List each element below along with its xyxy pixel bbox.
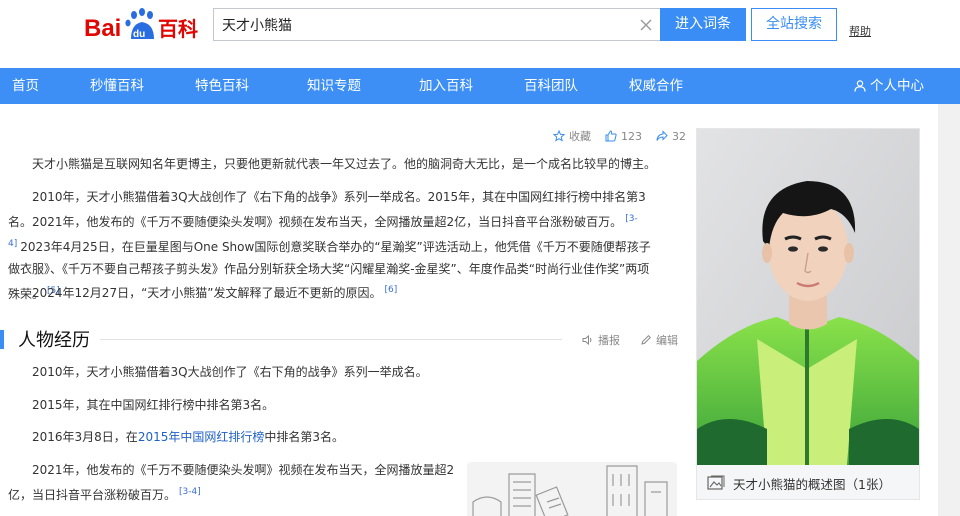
intro-p2-text-a: 2010年，天才小熊猫借着3Q大战创作了《右下角的战争》系列一举成名。2015年… (8, 190, 646, 229)
search-box (213, 8, 660, 41)
edit-button[interactable]: 编辑 (640, 332, 678, 348)
broadcast-label: 播报 (598, 334, 620, 347)
career-text: 中排名第3名。 (264, 430, 344, 444)
thumb-up-icon (605, 130, 617, 142)
intro-paragraph-1: 天才小熊猫是互联网知名年更博主，只要他更新就代表一年又过去了。他的脑洞奇大无比，… (32, 157, 657, 171)
speaker-icon (582, 334, 592, 346)
portrait-photo[interactable] (697, 129, 919, 465)
section-accent-bar (0, 330, 4, 349)
share-button[interactable]: 32 (656, 130, 686, 143)
user-center-link[interactable]: 个人中心 (854, 68, 924, 104)
share-icon (656, 130, 668, 141)
enter-entry-button[interactable]: 进入词条 (660, 8, 746, 41)
collect-button[interactable]: 收藏 (553, 128, 591, 144)
career-item: 2021年，他发布的《千万不要随便染头发啊》视频在发布当天，全网播放量超2亿，当… (8, 459, 460, 506)
main-nav: 首页 秒懂百科 特色百科 知识专题 加入百科 百科团队 权威合作 个人中心 (0, 68, 960, 104)
baidu-baike-logo[interactable]: Bai du 百科 (82, 6, 204, 44)
career-illustration[interactable] (467, 462, 677, 516)
edit-label: 编辑 (656, 334, 678, 347)
career-text: 2016年3月8日，在 (32, 430, 138, 444)
article-actions: 收藏 123 32 (553, 128, 686, 144)
user-icon (854, 80, 866, 92)
pencil-icon (641, 334, 652, 345)
like-count: 123 (621, 129, 642, 143)
star-icon (553, 130, 565, 142)
nav-item-topics[interactable]: 知识专题 (307, 68, 361, 104)
caption-text: 天才小熊猫的概述图（1张） (733, 476, 891, 492)
svg-text:du: du (133, 29, 145, 40)
user-center-label: 个人中心 (870, 78, 924, 94)
share-count: 32 (672, 129, 686, 143)
image-gallery-icon (707, 475, 725, 490)
intro-paragraph-3: 2024年12月27日，“天才小熊猫”发文解释了最近不更新的原因。 [6] (8, 279, 658, 304)
site-search-button[interactable]: 全站搜索 (751, 8, 837, 41)
summary-image-card[interactable]: 天才小熊猫的概述图（1张） (696, 128, 920, 500)
broadcast-button[interactable]: 播报 (582, 332, 620, 348)
intro-p3-text: 2024年12月27日，“天才小熊猫”发文解释了最近不更新的原因。 (32, 286, 382, 300)
career-item: 2016年3月8日，在2015年中国网红排行榜中排名第3名。 (8, 426, 658, 448)
career-text: 2021年，他发布的《千万不要随便染头发啊》视频在发布当天，全网播放量超2亿，当… (8, 463, 455, 502)
career-item: 2015年，其在中国网红排行榜中排名第3名。 (32, 398, 275, 412)
career-item: 2010年，天才小熊猫借着3Q大战创作了《右下角的战争》系列一举成名。 (32, 365, 428, 379)
section-title: 人物经历 (18, 330, 90, 351)
svg-text:百科: 百科 (158, 17, 198, 41)
svg-text:Bai: Bai (84, 15, 121, 42)
nav-item-home[interactable]: 首页 (12, 68, 39, 104)
nav-item-featured[interactable]: 特色百科 (195, 68, 249, 104)
help-link[interactable]: 帮助 (849, 23, 871, 39)
header: Bai du 百科 进入词条 全站搜索 帮助 (0, 0, 960, 68)
section-header: 人物经历 播报 编辑 (0, 324, 680, 354)
like-button[interactable]: 123 (605, 130, 642, 143)
scrollbar[interactable] (938, 104, 960, 516)
reference-link[interactable]: [6] (385, 285, 398, 295)
search-input[interactable] (222, 9, 622, 40)
nav-item-miaodong[interactable]: 秒懂百科 (90, 68, 144, 104)
nav-item-authority[interactable]: 权威合作 (629, 68, 683, 104)
nav-item-join[interactable]: 加入百科 (419, 68, 473, 104)
nav-item-team[interactable]: 百科团队 (524, 68, 578, 104)
section-divider (100, 339, 562, 340)
reference-link[interactable]: [3-4] (179, 487, 201, 497)
article-content: 收藏 123 32 天才小熊猫是互联网知名年更博主，只要他更新就代表一年又过去了… (0, 104, 690, 516)
clear-icon[interactable] (638, 17, 654, 33)
image-caption[interactable]: 天才小熊猫的概述图（1张） (697, 469, 919, 497)
collect-label: 收藏 (569, 130, 591, 143)
ranking-link[interactable]: 2015年中国网红排行榜 (138, 430, 265, 444)
